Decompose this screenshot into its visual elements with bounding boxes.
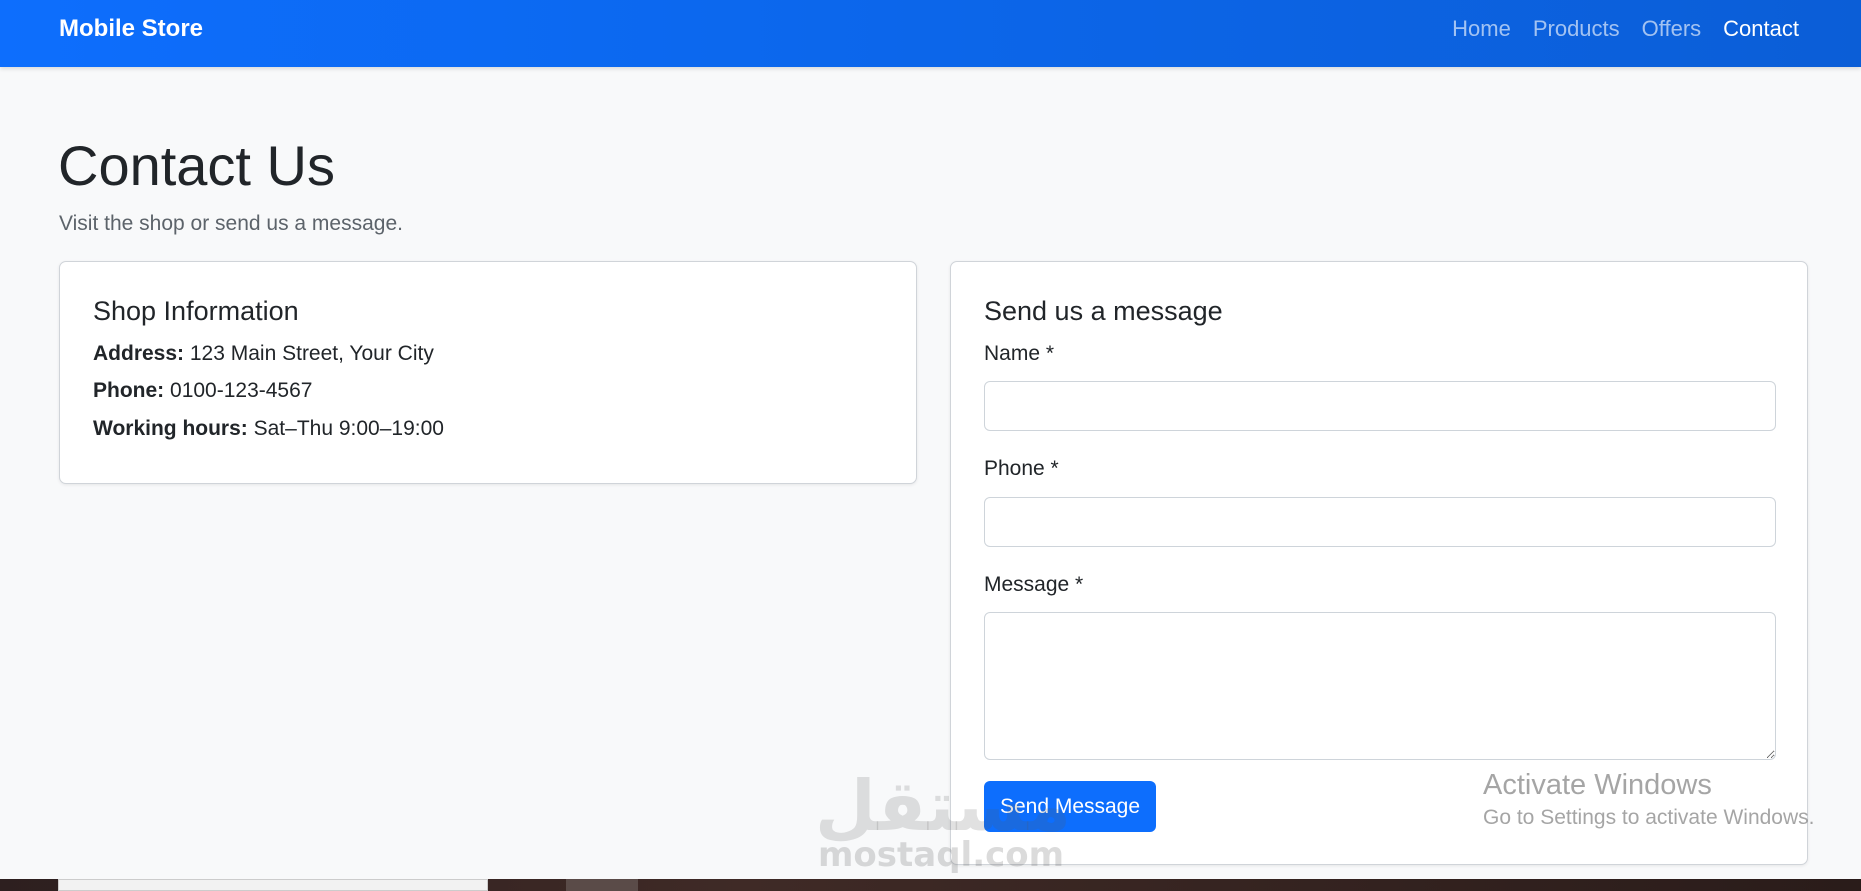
phone-label: Phone * xyxy=(984,457,1059,480)
nav-link-products[interactable]: Products xyxy=(1533,16,1620,42)
taskbar-app-icon[interactable] xyxy=(566,879,638,891)
address-value: 123 Main Street, Your City xyxy=(189,342,434,365)
navbar: Mobile Store Home Products Offers Contac… xyxy=(0,0,1861,67)
brand-logo[interactable]: Mobile Store xyxy=(59,15,203,43)
phone-value: 0100-123-4567 xyxy=(170,379,313,402)
form-title: Send us a message xyxy=(984,296,1223,326)
nav-menu: Home Products Offers Contact xyxy=(1452,16,1799,42)
taskbar-window-preview[interactable] xyxy=(58,879,488,891)
hours-label: Working hours: xyxy=(93,417,248,440)
message-textarea[interactable] xyxy=(984,612,1776,760)
name-input[interactable] xyxy=(984,381,1776,431)
shop-info-title: Shop Information xyxy=(93,296,299,326)
phone-input[interactable] xyxy=(984,497,1776,547)
phone-line: Phone: 0100-123-4567 xyxy=(93,379,312,403)
phone-label: Phone: xyxy=(93,379,165,402)
shop-info-card: Shop Information Address: 123 Main Stree… xyxy=(59,261,917,484)
name-label: Name * xyxy=(984,342,1055,365)
address-label: Address: xyxy=(93,342,185,365)
nav-link-home[interactable]: Home xyxy=(1452,16,1511,42)
page-title: Contact Us xyxy=(58,134,335,197)
nav-link-offers[interactable]: Offers xyxy=(1642,16,1702,42)
nav-link-contact[interactable]: Contact xyxy=(1723,16,1799,42)
watermark-domain: mostaql.com xyxy=(818,835,1065,875)
page-subtitle: Visit the shop or send us a message. xyxy=(59,212,403,235)
message-label: Message * xyxy=(984,573,1084,596)
hours-line: Working hours: Sat–Thu 9:00–19:00 xyxy=(93,417,444,441)
address-line: Address: 123 Main Street, Your City xyxy=(93,342,434,366)
activate-windows-title: Activate Windows xyxy=(1483,769,1712,801)
hours-value: Sat–Thu 9:00–19:00 xyxy=(253,417,444,440)
activate-windows-subtitle: Go to Settings to activate Windows. xyxy=(1483,806,1815,829)
